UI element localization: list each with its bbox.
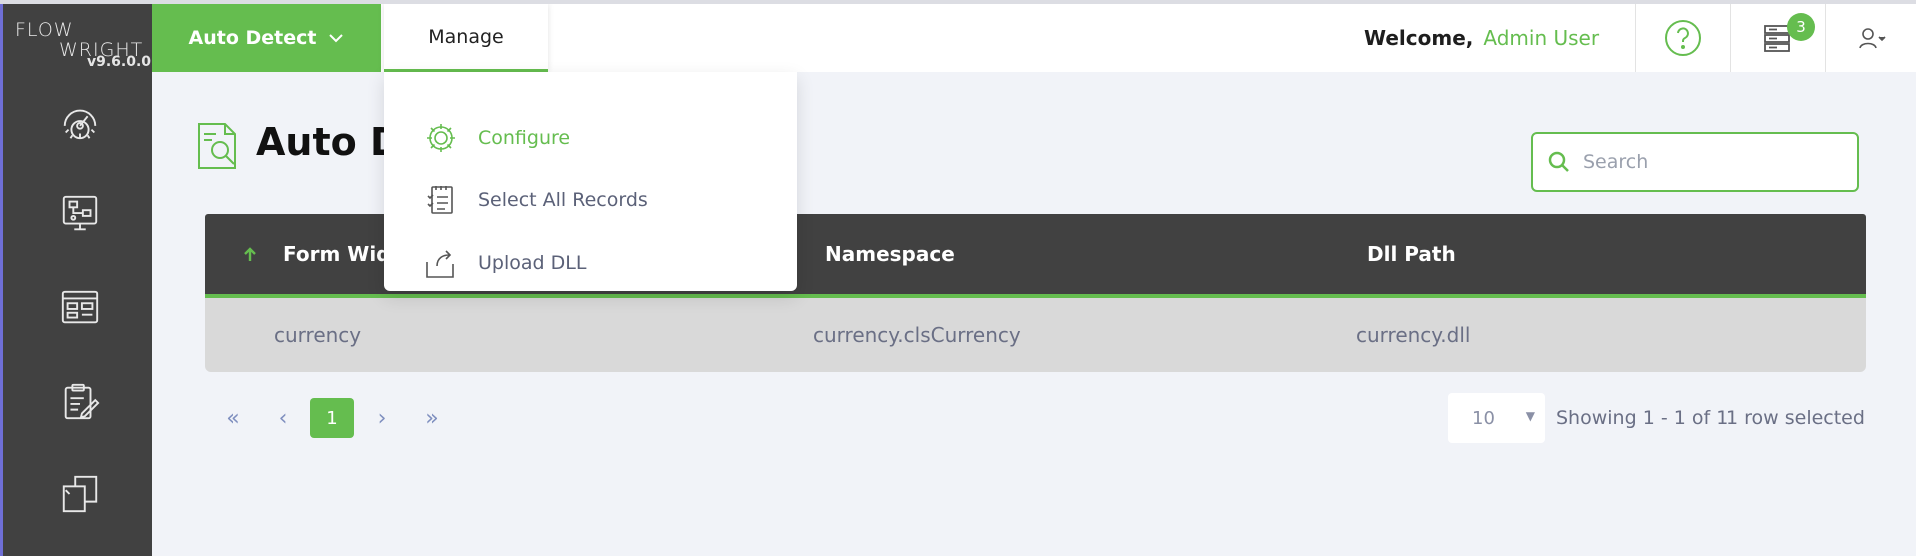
column-header-label: Dll Path [1367,242,1456,266]
version-label: v9.6.0.0 [86,54,151,70]
sidebar-item-documents[interactable] [58,472,102,516]
menu-item-configure[interactable]: Configure [424,118,570,158]
help-icon [1665,20,1701,56]
manage-menu-tab[interactable]: Manage [384,4,548,72]
column-header-label: Namespace [825,242,955,266]
sort-ascending-icon [244,247,256,261]
rows-per-page-select[interactable]: 10 ▼ [1448,393,1545,443]
search-input[interactable] [1583,151,1853,173]
user-name: Admin User [1483,26,1600,50]
cell-form-widget: currency [274,323,362,347]
notifications-button[interactable]: 3 [1731,4,1825,72]
top-header: Auto Detect Manage Welcome, Admin User 3 [152,4,1916,72]
logo-line1: FLOW [15,19,74,41]
menu-item-select-all-records[interactable]: Select All Records [424,180,648,220]
gear-icon [427,124,455,152]
top-accent-line [0,0,1916,4]
help-button[interactable] [1636,4,1730,72]
checklist-icon [427,186,453,214]
search-box [1531,132,1859,192]
sidebar-item-workflows[interactable] [58,192,102,236]
user-menu-button[interactable] [1826,4,1916,72]
previous-page-button[interactable]: ‹ [271,398,295,438]
first-page-button[interactable]: « [221,398,245,438]
menu-item-label: Upload DLL [478,252,587,274]
welcome-label: Welcome, [1364,26,1474,50]
menu-item-label: Configure [478,127,571,149]
manage-dropdown-menu: Configure Select All Records Upload DLL [384,72,797,291]
chevron-down-icon [329,34,344,43]
sidebar-item-forms[interactable] [58,286,102,330]
column-header-dll-path[interactable]: Dll Path [1367,214,1456,294]
user-icon [1859,28,1886,49]
notification-badge: 3 [1787,13,1815,41]
sidebar-item-dashboard[interactable] [58,100,102,144]
cell-namespace: currency.clsCurrency [813,323,1021,347]
next-page-button[interactable]: › [370,398,394,438]
caret-down-icon: ▼ [1525,409,1535,423]
sidebar-item-tasks[interactable] [58,380,102,424]
rows-per-page-value: 10 [1472,407,1495,429]
table-row[interactable]: currency currency.clsCurrency currency.d… [205,298,1866,372]
documents-icon [62,475,98,513]
form-layout-icon [61,290,99,324]
app-switch-button[interactable]: Auto Detect [152,4,381,72]
last-page-button[interactable]: » [420,398,444,438]
cell-dll-path: currency.dll [1356,323,1471,347]
dashboard-gear-icon [63,109,97,140]
sidebar: FLOW WRIGHT v9.6.0.0 [0,0,152,556]
column-header-form-widget[interactable]: Form Widg [243,214,405,294]
selected-count: 1 row selected [1726,407,1865,429]
clipboard-edit-icon [64,383,100,420]
upload-icon [426,250,454,278]
search-icon [1548,151,1569,172]
menu-item-upload-dll[interactable]: Upload DLL [424,243,586,283]
showing-count: Showing 1 - 1 of 1 [1556,407,1729,429]
menu-item-label: Select All Records [478,189,648,211]
app-switch-label: Auto Detect [188,27,317,49]
welcome-area: Welcome, Admin User [1364,4,1599,72]
logo: FLOW WRIGHT v9.6.0.0 [15,20,153,74]
auto-detect-icon [198,123,236,169]
column-header-namespace[interactable]: Namespace [825,214,955,294]
monitor-workflow-icon [62,195,98,231]
page-number-button[interactable]: 1 [310,398,354,438]
